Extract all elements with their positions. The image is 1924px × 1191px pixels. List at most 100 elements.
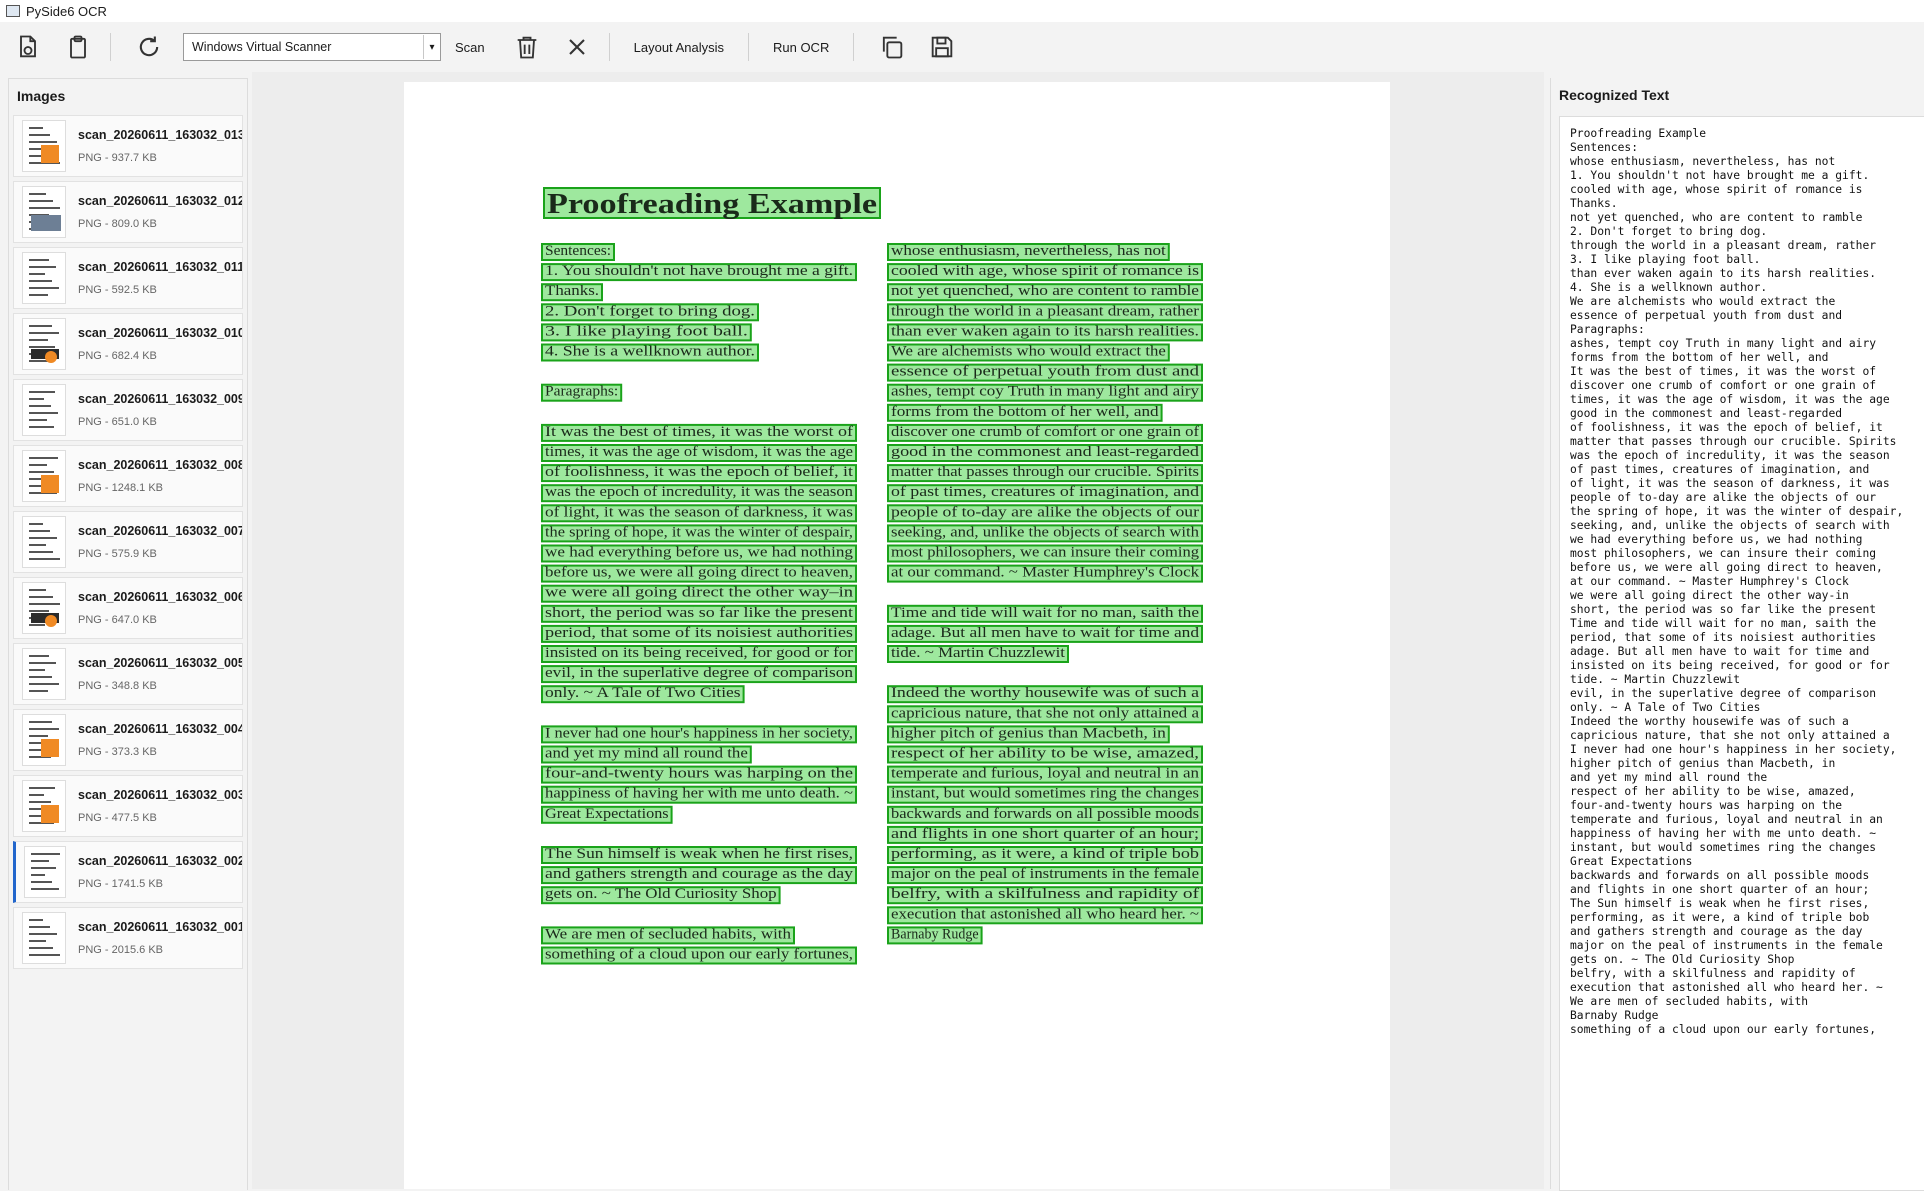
ocr-line-box[interactable]: of foolishness, it was the epoch of beli… bbox=[541, 464, 857, 483]
ocr-line-box[interactable]: 1. You shouldn't not have brought me a g… bbox=[541, 263, 857, 282]
ocr-line-box[interactable]: Sentences: bbox=[541, 243, 615, 261]
image-list-item[interactable]: scan_20260611_163032_001. PNG - 2015.6 KB bbox=[13, 907, 243, 969]
ocr-line-box[interactable]: not yet quenched, who are content to ram… bbox=[887, 283, 1203, 302]
ocr-line-box[interactable]: most philosophers, we can insure their c… bbox=[887, 544, 1203, 563]
ocr-line-box[interactable]: period, that some of its noisiest author… bbox=[541, 624, 857, 643]
ocr-line-box[interactable]: and yet my mind all round the bbox=[541, 745, 752, 764]
ocr-line-box[interactable]: before us, we were all going direct to h… bbox=[541, 565, 857, 583]
ocr-line-box[interactable]: I never had one hour's happiness in her … bbox=[541, 725, 857, 744]
ocr-line-box[interactable]: something of a cloud upon our early fort… bbox=[541, 946, 857, 965]
ocr-line-text: The Sun himself is weak when he first ri… bbox=[545, 846, 853, 862]
ocr-line-box[interactable]: discover one crumb of comfort or one gra… bbox=[887, 423, 1203, 442]
ocr-line-box[interactable]: Thanks. bbox=[541, 283, 603, 302]
image-list-item[interactable]: scan_20260611_163032_009. PNG - 651.0 KB bbox=[13, 379, 243, 441]
image-thumbnail bbox=[22, 516, 66, 568]
ocr-line-box[interactable]: gets on. ~ The Old Curiosity Shop bbox=[541, 886, 781, 905]
ocr-line-box[interactable]: seeking, and, unlike the objects of sear… bbox=[887, 524, 1203, 543]
image-list-item[interactable]: scan_20260611_163032_013. PNG - 937.7 KB bbox=[13, 115, 243, 177]
refresh-button[interactable] bbox=[127, 27, 171, 67]
open-file-icon bbox=[20, 35, 36, 58]
ocr-line-box[interactable]: execution that astonished all who heard … bbox=[887, 906, 1203, 925]
image-file-name: scan_20260611_163032_013. bbox=[78, 128, 242, 142]
ocr-line-box[interactable]: times, it was the age of wisdom, it was … bbox=[541, 444, 857, 462]
ocr-line-box[interactable]: people of to-day are alike the objects o… bbox=[887, 504, 1203, 523]
ocr-line-box[interactable]: insisted on its being received, for good… bbox=[541, 645, 857, 663]
ocr-line-box[interactable]: capricious nature, that she not only att… bbox=[887, 705, 1203, 724]
ocr-line-box[interactable]: essence of perpetual youth from dust and bbox=[887, 363, 1203, 382]
ocr-line-box[interactable]: good in the commonest and least-regarded bbox=[887, 444, 1203, 462]
image-list-item[interactable]: scan_20260611_163032_007. PNG - 575.9 KB bbox=[13, 511, 243, 573]
ocr-line-box[interactable]: than ever waken again to its harsh reali… bbox=[887, 323, 1203, 342]
ocr-line-box[interactable]: It was the best of times, it was the wor… bbox=[541, 423, 857, 442]
open-file-button[interactable] bbox=[6, 27, 50, 67]
ocr-line-box[interactable]: The Sun himself is weak when he first ri… bbox=[541, 846, 857, 864]
ocr-line-box[interactable]: we had everything before us, we had noth… bbox=[541, 544, 857, 563]
layout-analysis-button[interactable]: Layout Analysis bbox=[620, 40, 738, 55]
ocr-line-box[interactable]: was the epoch of incredulity, it was the… bbox=[541, 484, 857, 503]
ocr-line-box[interactable]: tide. ~ Martin Chuzzlewit bbox=[887, 645, 1069, 663]
ocr-line-box[interactable]: Paragraphs: bbox=[541, 383, 623, 402]
run-ocr-button[interactable]: Run OCR bbox=[759, 40, 843, 55]
image-file-meta: PNG - 348.8 KB bbox=[78, 680, 157, 692]
clear-button[interactable] bbox=[555, 27, 599, 67]
scanner-select[interactable]: Windows Virtual Scanner ▾ bbox=[183, 33, 441, 61]
ocr-line-box[interactable]: evil, in the superlative degree of compa… bbox=[541, 665, 857, 684]
ocr-line-box[interactable]: Great Expectations bbox=[541, 805, 673, 824]
copy-button[interactable] bbox=[870, 27, 914, 67]
ocr-line-box[interactable]: adage. But all men have to wait for time… bbox=[887, 624, 1203, 643]
ocr-line-box[interactable]: the spring of hope, it was the winter of… bbox=[541, 524, 857, 543]
ocr-line-box[interactable]: four-and-twenty hours was harping on the bbox=[541, 765, 857, 784]
image-list-item[interactable]: scan_20260611_163032_006. PNG - 647.0 KB bbox=[13, 577, 243, 639]
ocr-line-box[interactable]: whose enthusiasm, nevertheless, has not bbox=[887, 243, 1170, 261]
ocr-line-text: good in the commonest and least-regarded bbox=[891, 444, 1200, 460]
ocr-line-box[interactable]: of past times, creatures of imagination,… bbox=[887, 484, 1203, 503]
ocr-line-box[interactable]: at our command. ~ Master Humphrey's Cloc… bbox=[887, 565, 1203, 583]
ocr-line-box[interactable]: cooled with age, whose spirit of romance… bbox=[887, 263, 1203, 282]
ocr-line-box[interactable]: through the world in a pleasant dream, r… bbox=[887, 303, 1203, 322]
ocr-line-box[interactable]: matter that passes through our crucible.… bbox=[887, 464, 1203, 483]
ocr-line-box[interactable]: 3. I like playing foot ball. bbox=[541, 323, 752, 342]
ocr-line-box[interactable]: performing, as it were, a kind of triple… bbox=[887, 846, 1203, 864]
ocr-line-box[interactable]: ashes, tempt coy Truth in many light and… bbox=[887, 383, 1203, 402]
ocr-line-box[interactable]: We are men of secluded habits, with bbox=[541, 926, 795, 945]
paste-button[interactable] bbox=[56, 27, 100, 67]
ocr-line-box[interactable]: 2. Don't forget to bring dog. bbox=[541, 303, 759, 322]
ocr-line-box[interactable]: of light, it was the season of darkness,… bbox=[541, 504, 857, 523]
ocr-line-box[interactable]: We are alchemists who would extract the bbox=[887, 343, 1170, 362]
ocr-line-box[interactable]: short, the period was so far like the pr… bbox=[541, 604, 857, 623]
image-list-item[interactable]: scan_20260611_163032_012. PNG - 809.0 KB bbox=[13, 181, 243, 243]
ocr-line-box[interactable]: forms from the bottom of her well, and bbox=[887, 403, 1163, 422]
ocr-line-box[interactable]: Barnaby Rudge bbox=[887, 926, 983, 945]
ocr-line-box[interactable]: temperate and furious, loyal and neutral… bbox=[887, 765, 1203, 784]
ocr-line-box[interactable]: instant, but would sometimes ring the ch… bbox=[887, 785, 1203, 804]
ocr-line-box[interactable]: happiness of having her with me unto dea… bbox=[541, 785, 857, 804]
delete-button[interactable] bbox=[505, 27, 549, 67]
document-viewer[interactable]: Proofreading Example Sentences: 1. You sho… bbox=[252, 72, 1544, 1189]
ocr-line-box[interactable]: belfry, with a skilfulness and rapidity … bbox=[887, 886, 1203, 905]
ocr-line-box[interactable]: backwards and forwards on all possible m… bbox=[887, 805, 1203, 824]
ocr-line-text: we were all going direct the other way–i… bbox=[545, 585, 854, 601]
image-list-item[interactable]: scan_20260611_163032_003. PNG - 477.5 KB bbox=[13, 775, 243, 837]
ocr-line-box[interactable]: only. ~ A Tale of Two Cities bbox=[541, 685, 745, 704]
ocr-line-box[interactable]: respect of her ability to be wise, amaze… bbox=[887, 745, 1203, 764]
image-list-item[interactable]: scan_20260611_163032_008. PNG - 1248.1 KB bbox=[13, 445, 243, 507]
ocr-line-box[interactable]: higher pitch of genius than Macbeth, in bbox=[887, 725, 1170, 744]
scan-button[interactable]: Scan bbox=[441, 40, 499, 55]
image-list-item[interactable]: scan_20260611_163032_005. PNG - 348.8 KB bbox=[13, 643, 243, 705]
ocr-line-box[interactable]: 4. She is a wellknown author. bbox=[541, 343, 759, 362]
ocr-line-box[interactable]: Time and tide will wait for no man, sait… bbox=[887, 604, 1203, 623]
image-list-item[interactable]: scan_20260611_163032_004. PNG - 373.3 KB bbox=[13, 709, 243, 771]
ocr-line-box[interactable]: Indeed the worthy housewife was of such … bbox=[887, 685, 1203, 704]
image-list-item[interactable]: scan_20260611_163032_010. PNG - 682.4 KB bbox=[13, 313, 243, 375]
document-title-box[interactable]: Proofreading Example bbox=[543, 187, 881, 220]
ocr-line-box[interactable]: and flights in one short quarter of an h… bbox=[887, 825, 1203, 844]
ocr-line-box[interactable]: we were all going direct the other way–i… bbox=[541, 584, 857, 603]
image-list-item[interactable]: scan_20260611_163032_011. PNG - 592.5 KB bbox=[13, 247, 243, 309]
ocr-line-text: whose enthusiasm, nevertheless, has not bbox=[891, 243, 1166, 259]
image-list-item[interactable]: scan_20260611_163032_002. PNG - 1741.5 KB bbox=[13, 841, 243, 903]
ocr-line-box[interactable]: major on the peal of instruments in the … bbox=[887, 866, 1203, 885]
ocr-line-box[interactable]: and gathers strength and courage as the … bbox=[541, 866, 857, 885]
ocr-line-text: Thanks. bbox=[545, 283, 599, 299]
save-button[interactable] bbox=[920, 27, 964, 67]
recognized-text-area[interactable]: Proofreading Example Sentences: whose en… bbox=[1559, 116, 1924, 1191]
